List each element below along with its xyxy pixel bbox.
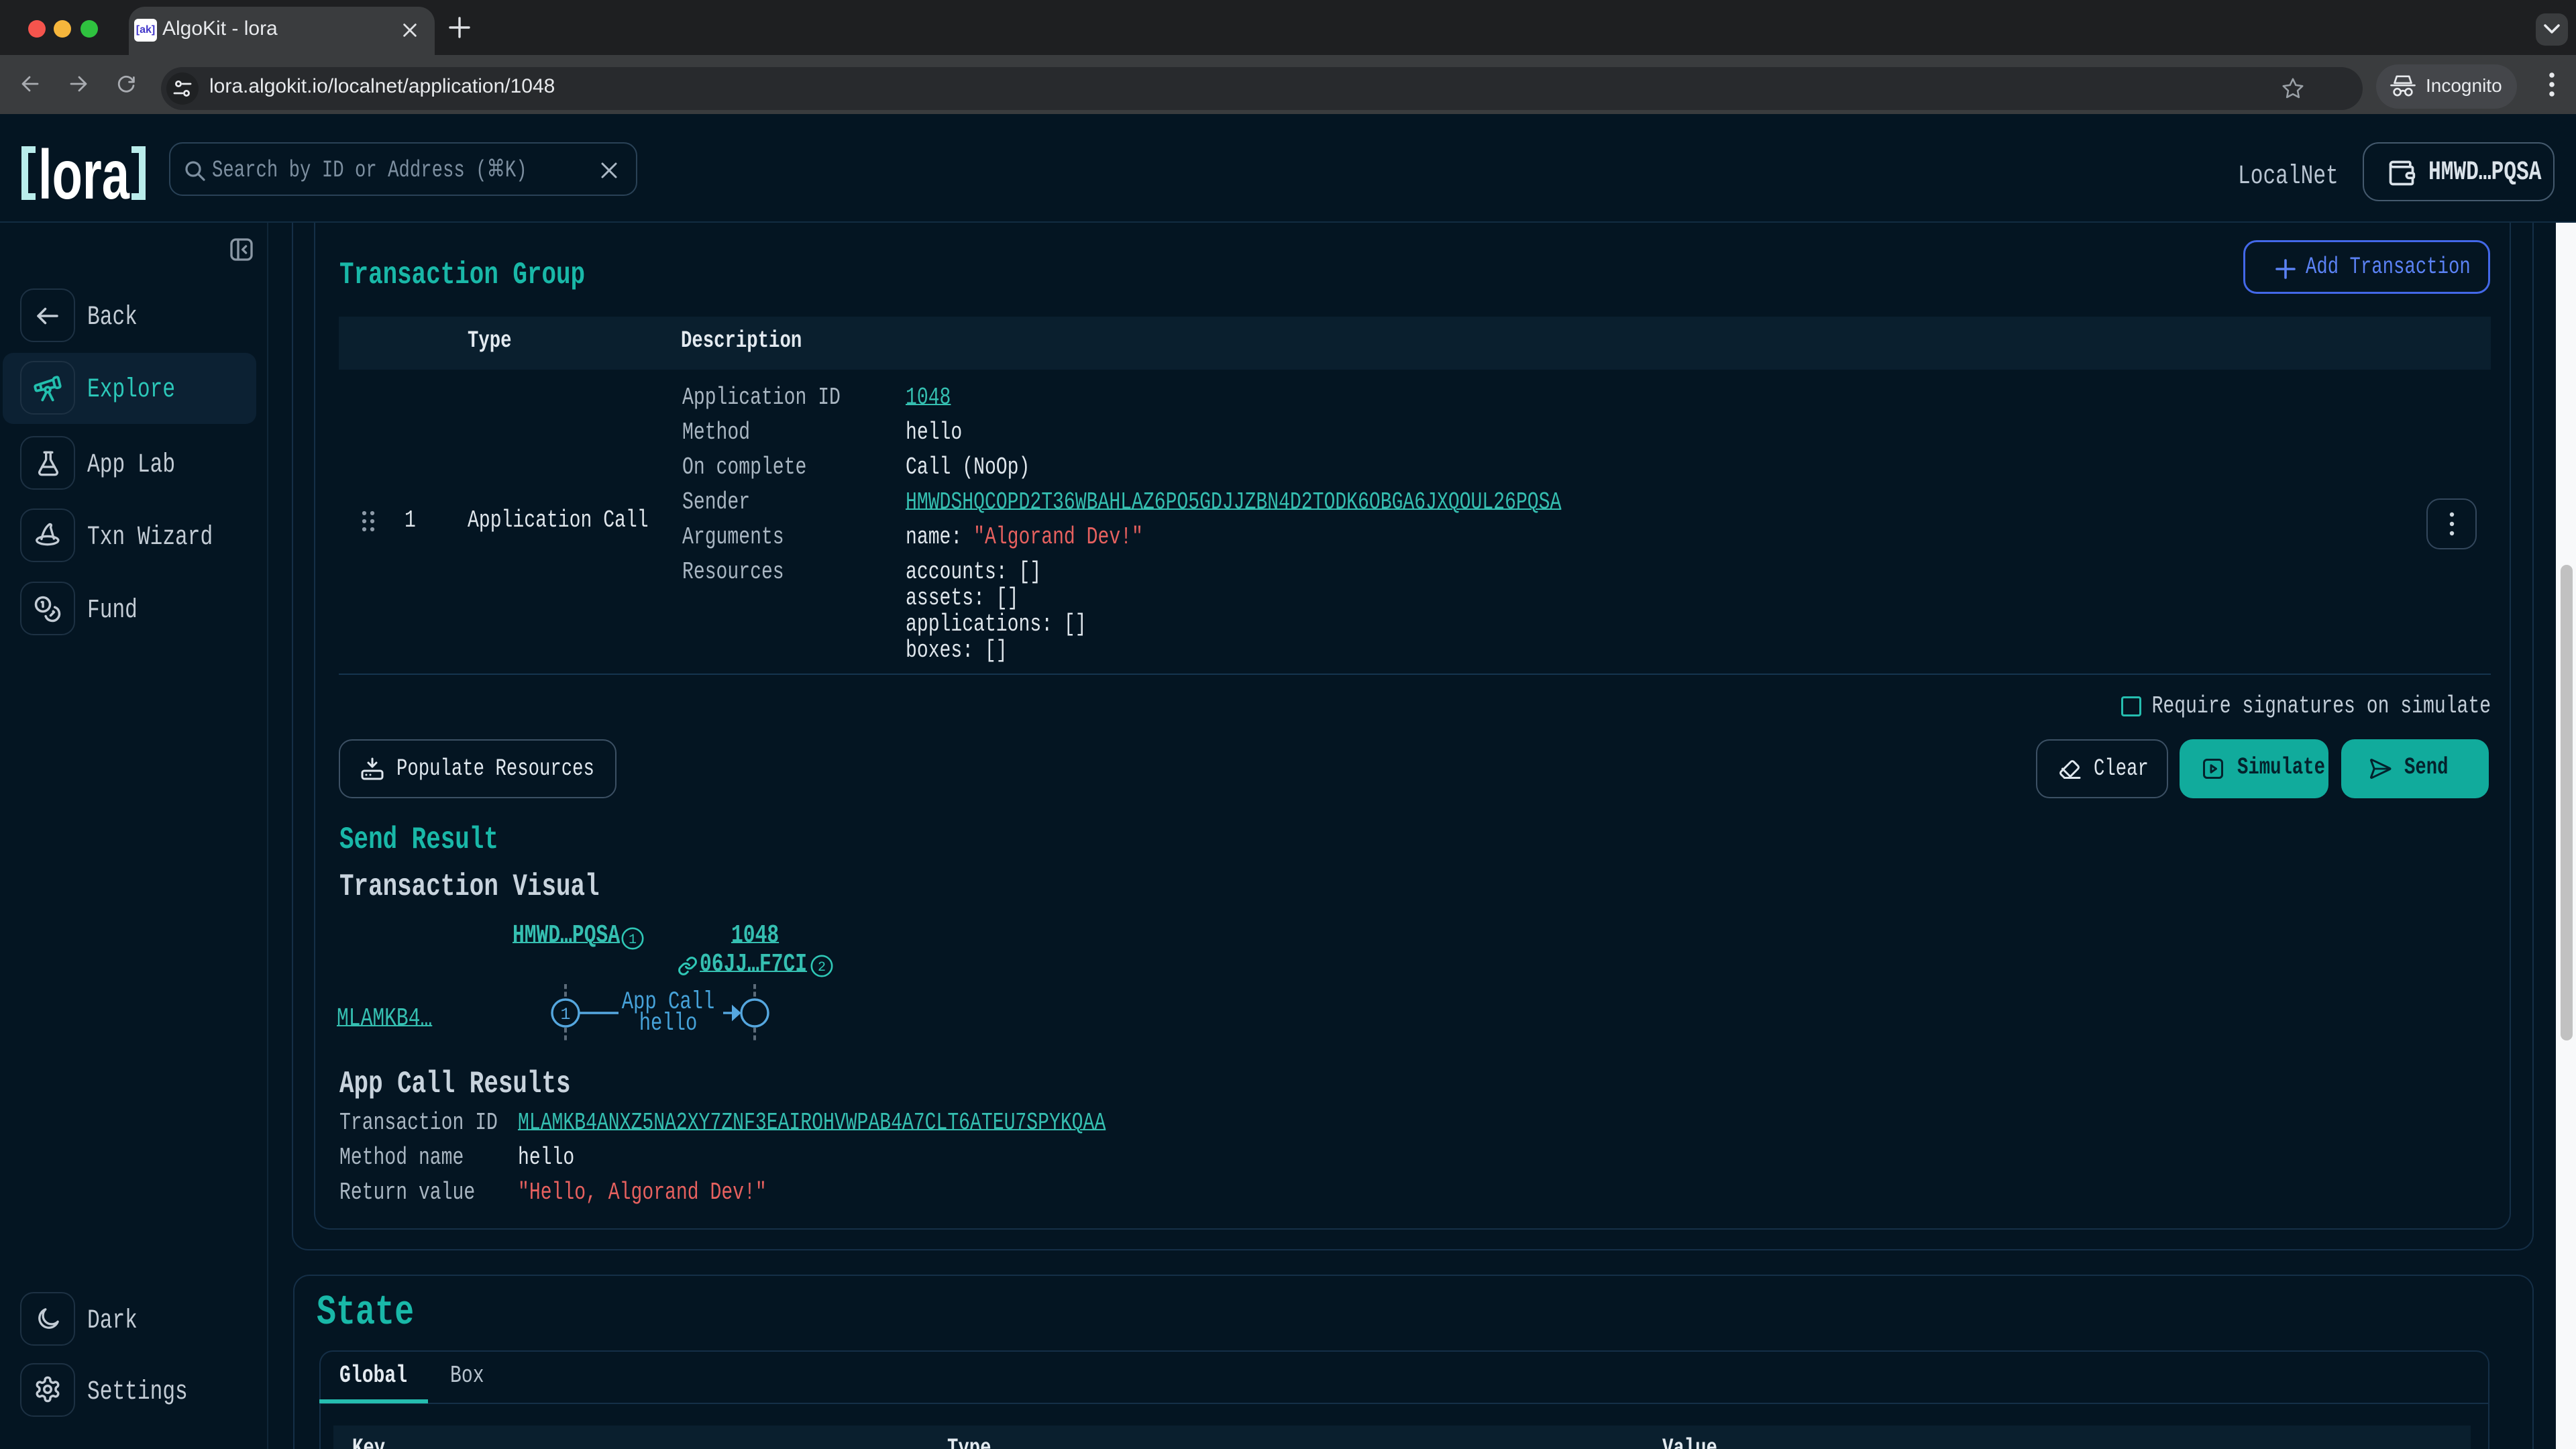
svg-text:1: 1 [629, 932, 637, 948]
svg-text:hello: hello [639, 1009, 698, 1037]
svg-text:lora: lora [38, 146, 130, 201]
svg-text:1: 1 [560, 1005, 570, 1024]
